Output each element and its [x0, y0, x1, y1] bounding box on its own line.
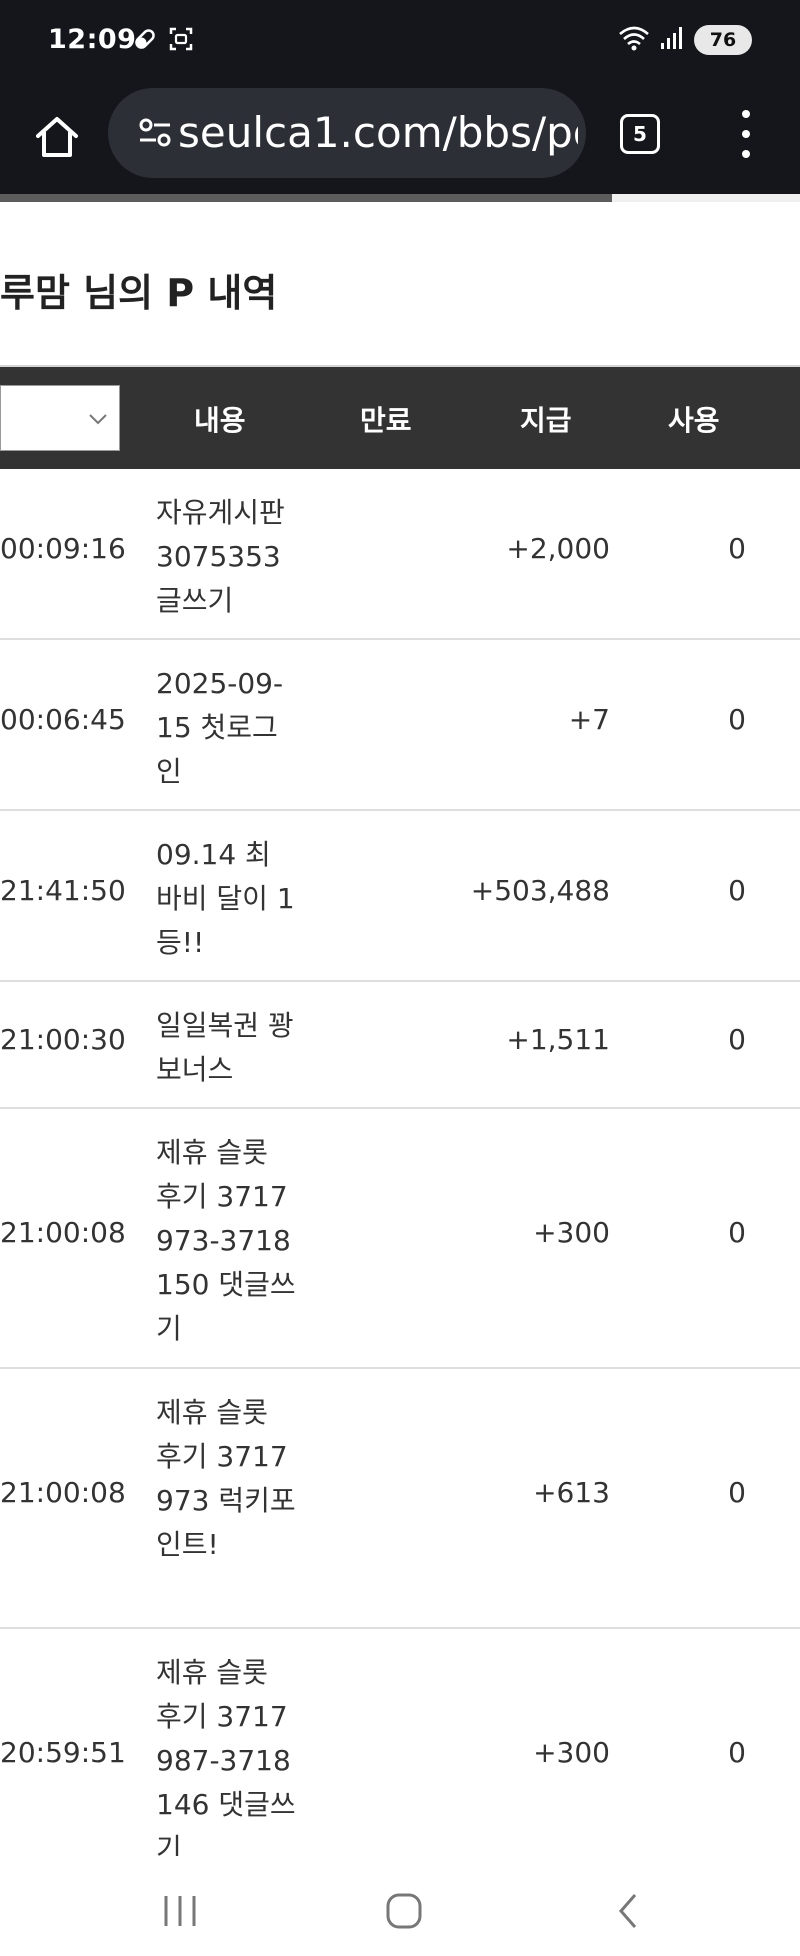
home-circle-icon — [386, 1893, 422, 1929]
header-expire: 만료 — [360, 404, 412, 437]
battery-level: 76 — [709, 29, 737, 51]
recent-apps-button[interactable] — [150, 1886, 210, 1936]
row-content[interactable]: 09.14 최바비 달이 1등!! — [156, 833, 296, 965]
row-use: 0 — [728, 532, 746, 565]
menu-dot — [742, 150, 750, 158]
row-time: 21:00:08 — [0, 1476, 126, 1509]
row-time: 20:59:51 — [0, 1736, 126, 1769]
table-row: 21:00:08 제휴 슬롯 후기 3717973-3718150 댓글쓰기 +… — [0, 1109, 800, 1369]
menu-dot — [742, 110, 750, 118]
system-navigation-bar — [0, 1856, 800, 1956]
row-use: 0 — [728, 1736, 746, 1769]
header-give: 지급 — [520, 404, 572, 437]
page-title: 루맘 님의 P 내역 — [0, 271, 278, 315]
row-time: 21:00:30 — [0, 1023, 126, 1056]
header-content: 내용 — [194, 404, 246, 437]
row-give: +1,511 — [506, 1023, 610, 1056]
row-give: +7 — [568, 703, 610, 736]
table-row: 20:59:51 제휴 슬롯 후기 3717987-3718146 댓글쓰기 +… — [0, 1629, 800, 1889]
recent-apps-icon — [164, 1896, 196, 1926]
chevron-down-icon — [89, 414, 107, 425]
url-text[interactable]: seulca1.com/bbs/point.php — [178, 108, 578, 157]
home-nav-button[interactable] — [374, 1886, 434, 1936]
row-content[interactable]: 일일복권 꽝 보너스 — [156, 1004, 296, 1092]
table-row: 00:09:16 자유게시판 3075353 글쓰기 +2,000 0 — [0, 469, 800, 640]
status-time: 12:09 — [48, 24, 137, 55]
row-give: +300 — [533, 1736, 610, 1769]
table-row: 21:00:08 제휴 슬롯 후기 3717973 럭키포인트! +613 0 — [0, 1369, 800, 1629]
row-give: +300 — [533, 1216, 610, 1249]
row-time: 00:09:16 — [0, 532, 126, 565]
row-give: +613 — [533, 1476, 610, 1509]
row-use: 0 — [728, 874, 746, 907]
row-content[interactable]: 2025-09-15 첫로그인 — [156, 662, 296, 794]
row-use: 0 — [728, 1476, 746, 1509]
page-load-progress — [0, 194, 800, 202]
back-icon — [619, 1894, 637, 1928]
tab-switcher-button[interactable]: 5 — [620, 114, 660, 154]
table-row: 00:06:45 2025-09-15 첫로그인 +7 0 — [0, 640, 800, 811]
row-use: 0 — [728, 1216, 746, 1249]
more-menu-button[interactable] — [736, 110, 756, 158]
menu-dot — [742, 130, 750, 138]
row-time: 21:41:50 — [0, 874, 126, 907]
point-history-list: 00:09:16 자유게시판 3075353 글쓰기 +2,000 0 00:0… — [0, 469, 800, 1889]
page-load-progress-fill — [0, 194, 612, 202]
table-row: 21:41:50 09.14 최바비 달이 1등!! +503,488 0 — [0, 811, 800, 982]
screenshot-icon — [168, 26, 194, 56]
row-give: +503,488 — [470, 874, 610, 907]
row-use: 0 — [728, 703, 746, 736]
table-header: 내용 만료 지급 사용 — [0, 367, 800, 469]
home-icon — [36, 117, 78, 157]
date-select[interactable] — [0, 385, 120, 451]
row-use: 0 — [728, 1023, 746, 1056]
row-time: 00:06:45 — [0, 703, 126, 736]
signal-icon — [660, 25, 684, 55]
address-bar[interactable]: seulca1.com/bbs/point.php — [108, 88, 586, 178]
wifi-icon — [618, 24, 650, 56]
row-content[interactable]: 자유게시판 3075353 글쓰기 — [156, 491, 296, 623]
pill-icon — [132, 26, 158, 56]
back-button[interactable] — [598, 1886, 658, 1936]
site-settings-icon[interactable] — [138, 116, 172, 154]
battery-icon: 76 — [694, 25, 752, 55]
table-row: 21:00:30 일일복권 꽝 보너스 +1,511 0 — [0, 982, 800, 1109]
status-bar: 12:09 76 — [0, 0, 800, 84]
row-content[interactable]: 제휴 슬롯 후기 3717987-3718146 댓글쓰기 — [156, 1651, 296, 1871]
row-time: 21:00:08 — [0, 1216, 126, 1249]
row-content[interactable]: 제휴 슬롯 후기 3717973-3718150 댓글쓰기 — [156, 1131, 296, 1351]
header-use: 사용 — [668, 404, 720, 437]
row-content[interactable]: 제휴 슬롯 후기 3717973 럭키포인트! — [156, 1391, 296, 1567]
browser-toolbar: seulca1.com/bbs/point.php 5 — [0, 84, 800, 194]
tab-count: 5 — [633, 122, 647, 146]
row-give: +2,000 — [506, 532, 610, 565]
home-button[interactable] — [26, 106, 88, 168]
